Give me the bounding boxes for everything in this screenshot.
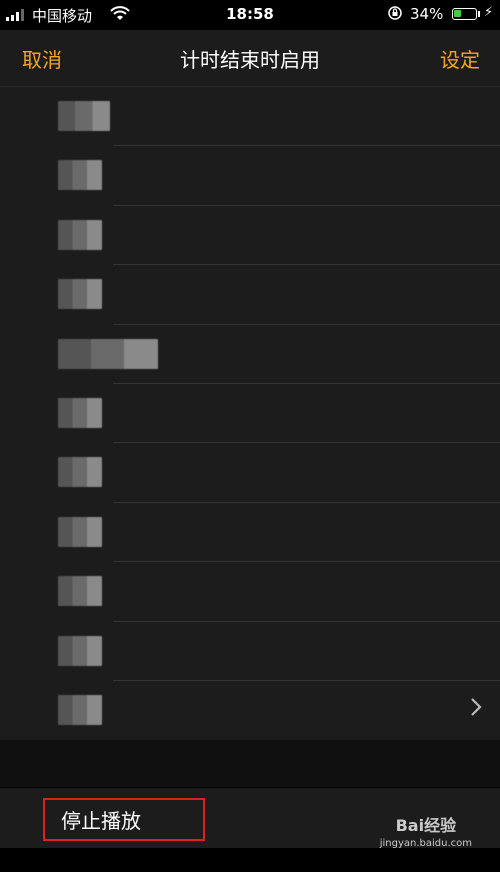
baidu-jingyan-watermark: Bai经验 jingyan.baidu.com bbox=[380, 812, 472, 849]
watermark-url: jingyan.baidu.com bbox=[379, 838, 472, 849]
chevron-right-icon bbox=[470, 697, 482, 723]
charging-bolt-icon: ⚡ bbox=[484, 5, 494, 20]
cancel-button[interactable]: 取消 bbox=[22, 44, 62, 73]
nav-bar: 取消 计时结束时启用 设定 bbox=[0, 30, 500, 87]
list-item[interactable] bbox=[0, 146, 500, 207]
list-item[interactable] bbox=[0, 325, 500, 385]
set-button[interactable]: 设定 bbox=[440, 44, 480, 73]
option-list bbox=[0, 87, 500, 740]
list-item-label bbox=[58, 338, 158, 369]
list-item[interactable] bbox=[0, 681, 500, 740]
list-item[interactable] bbox=[0, 622, 500, 682]
list-item[interactable] bbox=[0, 562, 500, 622]
section-gap bbox=[0, 740, 500, 787]
battery-percent: 34% bbox=[410, 5, 444, 23]
list-item-label bbox=[58, 397, 102, 428]
list-item-label bbox=[58, 635, 102, 666]
list-item-label bbox=[58, 279, 102, 310]
list-item-label bbox=[58, 694, 102, 725]
list-item-label bbox=[58, 576, 102, 607]
watermark-brand: Bai经验 bbox=[395, 816, 457, 835]
list-item[interactable] bbox=[0, 503, 500, 563]
list-item-label bbox=[58, 516, 102, 547]
list-item[interactable] bbox=[0, 443, 500, 504]
list-item-label bbox=[58, 219, 102, 250]
list-item-label bbox=[58, 160, 102, 191]
status-bar: 中国移动 18:58 34% ⚡ bbox=[0, 0, 500, 30]
list-item-label bbox=[58, 101, 110, 131]
orientation-lock-icon bbox=[387, 5, 403, 25]
annotation-highlight-box bbox=[43, 798, 205, 841]
list-item[interactable] bbox=[0, 265, 500, 325]
list-item[interactable] bbox=[0, 87, 500, 147]
battery-icon bbox=[452, 8, 477, 20]
page-title: 计时结束时启用 bbox=[180, 48, 320, 72]
list-item[interactable] bbox=[0, 384, 500, 444]
list-item-label bbox=[58, 457, 102, 488]
list-item[interactable] bbox=[0, 206, 500, 266]
battery-tip bbox=[478, 11, 480, 17]
bottom-strip bbox=[0, 848, 500, 872]
